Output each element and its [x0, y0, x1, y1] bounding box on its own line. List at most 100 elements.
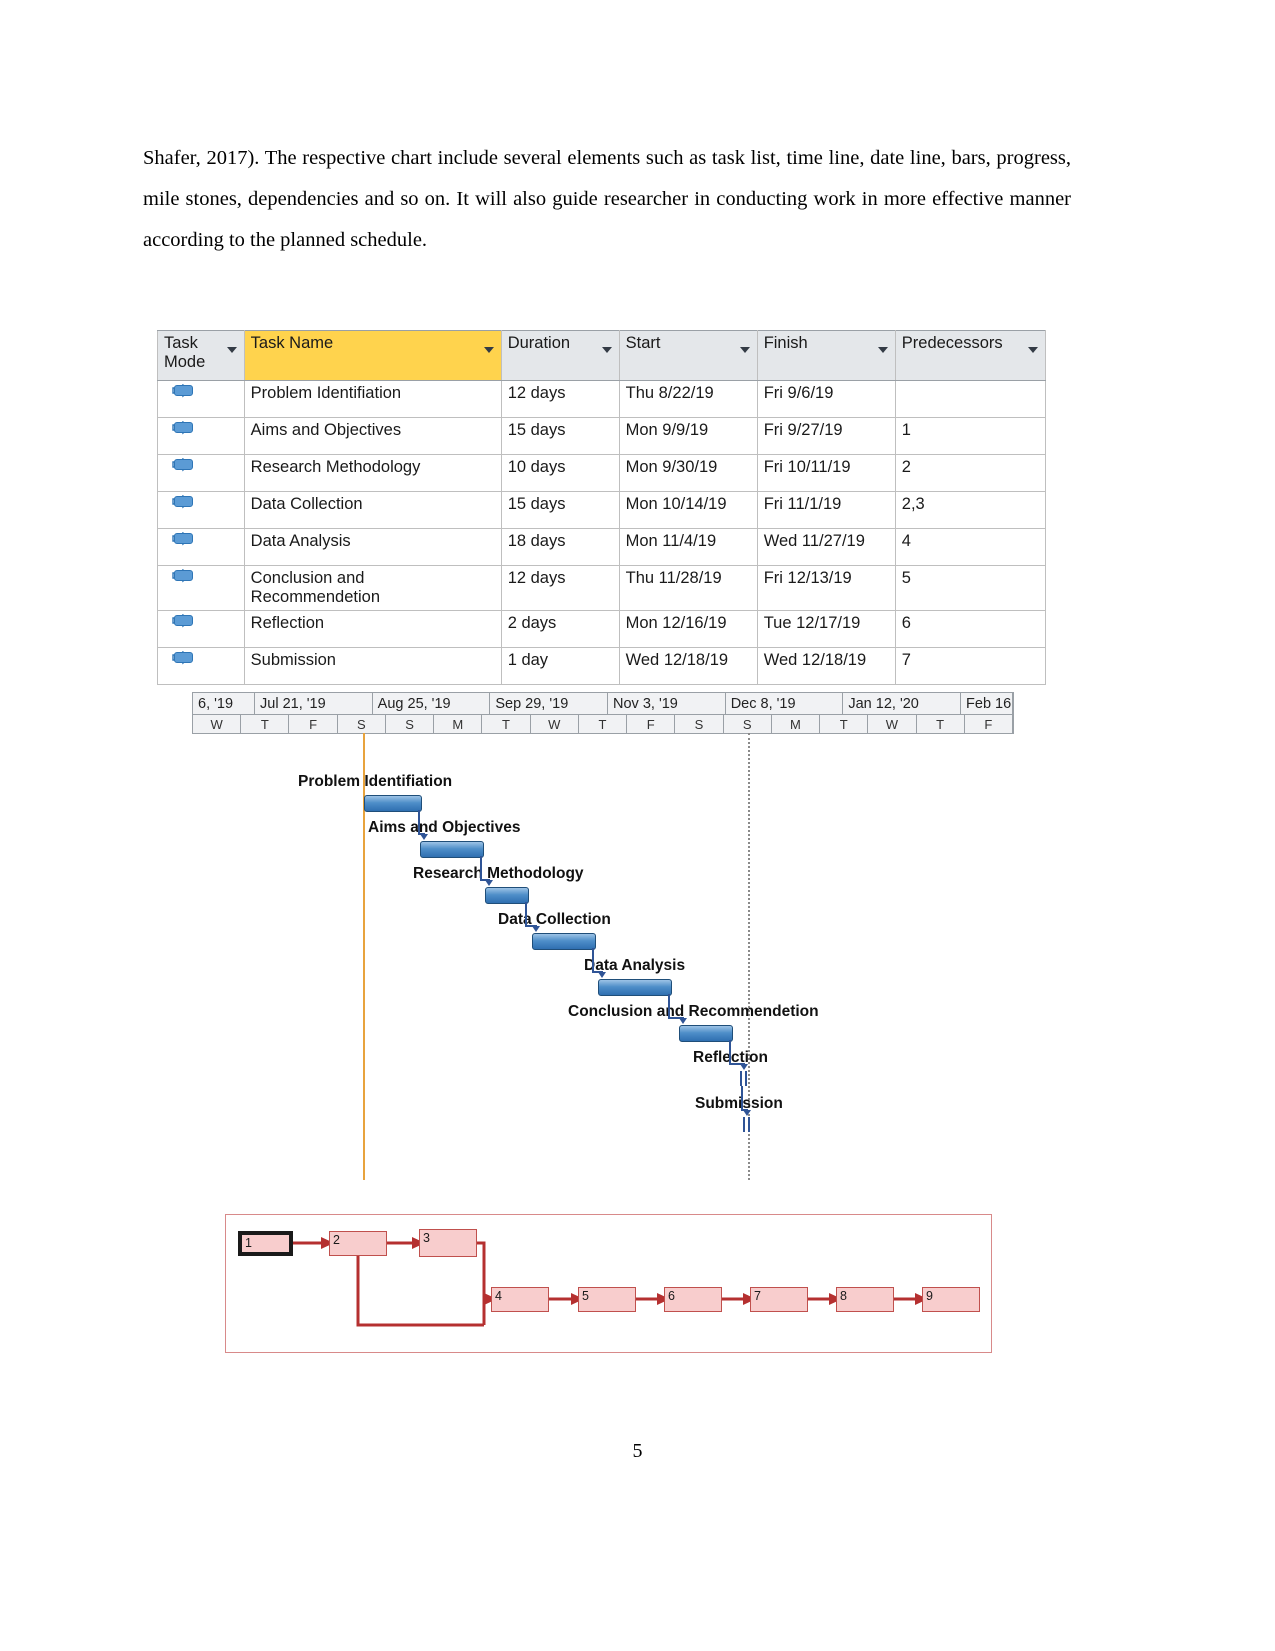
network-node[interactable]: 3 [419, 1229, 477, 1257]
cell-task-mode[interactable] [157, 417, 245, 455]
cell-task-mode[interactable] [157, 647, 245, 685]
filter-dropdown-icon[interactable] [226, 347, 237, 353]
table-row[interactable]: Problem Identifiation 12 days Thu 8/22/19 F… [157, 380, 1047, 418]
cell-finish[interactable]: Fri 9/6/19 [756, 380, 896, 418]
column-header-start[interactable]: Start [618, 330, 758, 381]
gantt-task-bar[interactable] [364, 795, 422, 812]
cell-predecessors[interactable]: 6 [894, 610, 1047, 648]
network-node[interactable]: 8 [836, 1287, 894, 1312]
column-header-predecessors[interactable]: Predecessors [894, 330, 1047, 381]
network-node[interactable]: 1 [238, 1231, 293, 1256]
column-header-duration[interactable]: Duration [500, 330, 620, 381]
cell-finish[interactable]: Wed 12/18/19 [756, 647, 896, 685]
table-row[interactable]: Data Collection 15 days Mon 10/14/19 Fri 11… [157, 491, 1047, 529]
cell-task-name[interactable]: Problem Identifiation [243, 380, 502, 418]
cell-task-mode[interactable] [157, 528, 245, 566]
cell-task-mode[interactable] [157, 491, 245, 529]
gantt-milestone-marker[interactable] [743, 1117, 745, 1132]
cell-duration[interactable]: 15 days [500, 491, 620, 529]
cell-start[interactable]: Mon 9/30/19 [618, 454, 758, 492]
cell-start[interactable]: Wed 12/18/19 [618, 647, 758, 685]
table-row[interactable]: Submission 1 day Wed 12/18/19 Wed 12/18/19 7 [157, 647, 1047, 685]
cell-predecessors[interactable]: 1 [894, 417, 1047, 455]
cell-duration[interactable]: 12 days [500, 565, 620, 611]
cell-task-name[interactable]: Research Methodology [243, 454, 502, 492]
gantt-milestone-marker[interactable] [745, 1071, 747, 1086]
cell-finish[interactable]: Wed 11/27/19 [756, 528, 896, 566]
gantt-task-bar[interactable] [485, 887, 529, 904]
cell-duration[interactable]: 2 days [500, 610, 620, 648]
cell-start[interactable]: Mon 11/4/19 [618, 528, 758, 566]
cell-finish[interactable]: Fri 11/1/19 [756, 491, 896, 529]
cell-start[interactable]: Thu 8/22/19 [618, 380, 758, 418]
network-node[interactable]: 7 [750, 1287, 808, 1312]
network-node[interactable]: 9 [922, 1287, 980, 1312]
cell-task-name[interactable]: Aims and Objectives [243, 417, 502, 455]
cell-task-mode[interactable] [157, 610, 245, 648]
filter-dropdown-icon[interactable] [1028, 347, 1038, 353]
timescale-minor-cell: F [965, 715, 1013, 733]
cell-start[interactable]: Mon 12/16/19 [618, 610, 758, 648]
timescale-major-cell: 6, '19 [193, 693, 255, 714]
cell-task-mode[interactable] [157, 380, 245, 418]
column-header-finish[interactable]: Finish [756, 330, 896, 381]
gantt-bar-label: Submission [695, 1095, 783, 1112]
network-node[interactable]: 5 [578, 1287, 636, 1312]
timescale-major-row: 6, '19 Jul 21, '19 Aug 25, '19 Sep 29, '19 N… [193, 693, 1014, 715]
cell-task-name[interactable]: Data Analysis [243, 528, 502, 566]
network-node[interactable]: 4 [491, 1287, 549, 1312]
cell-task-name[interactable]: Submission [243, 647, 502, 685]
table-row[interactable]: Data Analysis 18 days Mon 11/4/19 Wed 11/27… [157, 528, 1047, 566]
cell-duration[interactable]: 12 days [500, 380, 620, 418]
gantt-task-bar[interactable] [420, 841, 484, 858]
cell-predecessors[interactable]: 4 [894, 528, 1047, 566]
column-header-task-mode[interactable]: Task Mode [157, 330, 245, 381]
cell-duration[interactable]: 15 days [500, 417, 620, 455]
cell-task-name[interactable]: Data Collection [243, 491, 502, 529]
cell-predecessors[interactable]: 5 [894, 565, 1047, 611]
cell-duration[interactable]: 18 days [500, 528, 620, 566]
filter-dropdown-icon[interactable] [877, 347, 888, 353]
gantt-milestone-marker[interactable] [740, 1071, 742, 1086]
timescale-minor-cell: W [531, 715, 579, 733]
gantt-dependency-link [729, 1040, 731, 1065]
cell-finish[interactable]: Fri 12/13/19 [756, 565, 896, 611]
gantt-task-bar[interactable] [679, 1025, 733, 1042]
timescale-minor-cell: S [386, 715, 435, 733]
table-header-row: Task Mode Task Name Duration Start Finis… [157, 330, 1047, 381]
timescale-minor-row: WTFSSMTWTFSSMTWTF [193, 715, 1013, 734]
cell-finish[interactable]: Fri 10/11/19 [756, 454, 896, 492]
cell-start[interactable]: Mon 10/14/19 [618, 491, 758, 529]
cell-finish[interactable]: Tue 12/17/19 [756, 610, 896, 648]
cell-predecessors[interactable]: 7 [894, 647, 1047, 685]
cell-start[interactable]: Mon 9/9/19 [618, 417, 758, 455]
cell-predecessors[interactable] [894, 380, 1047, 418]
column-header-task-name[interactable]: Task Name [243, 330, 502, 381]
gantt-milestone-marker[interactable] [748, 1117, 750, 1132]
cell-predecessors[interactable]: 2,3 [894, 491, 1047, 529]
cell-task-name[interactable]: Reflection [243, 610, 502, 648]
network-node[interactable]: 6 [664, 1287, 722, 1312]
gantt-dependency-link [525, 902, 527, 927]
gantt-task-bar[interactable] [532, 933, 596, 950]
cell-task-mode[interactable] [157, 565, 245, 611]
table-row[interactable]: Reflection 2 days Mon 12/16/19 Tue 12/17/19… [157, 610, 1047, 648]
gantt-dependency-arrow-icon [420, 834, 428, 840]
cell-task-mode[interactable] [157, 454, 245, 492]
cell-finish[interactable]: Fri 9/27/19 [756, 417, 896, 455]
timescale-minor-cell: T [579, 715, 628, 733]
cell-duration[interactable]: 1 day [500, 647, 620, 685]
cell-duration[interactable]: 10 days [500, 454, 620, 492]
filter-dropdown-icon[interactable] [739, 347, 750, 353]
filter-dropdown-icon[interactable] [601, 347, 612, 353]
cell-start[interactable]: Thu 11/28/19 [618, 565, 758, 611]
cell-predecessors[interactable]: 2 [894, 454, 1047, 492]
network-diagram: 1 2 3 4 5 6 7 8 9 [225, 1214, 992, 1353]
table-row[interactable]: Research Methodology 10 days Mon 9/30/19 Fr… [157, 454, 1047, 492]
table-row[interactable]: Aims and Objectives 15 days Mon 9/9/19 Fri … [157, 417, 1047, 455]
cell-task-name[interactable]: Conclusion and Recommendetion [243, 565, 502, 611]
table-row[interactable]: Conclusion and Recommendetion 12 days Thu … [157, 565, 1047, 611]
gantt-task-bar[interactable] [598, 979, 672, 996]
network-node[interactable]: 2 [329, 1231, 387, 1256]
filter-dropdown-icon[interactable] [483, 347, 494, 353]
